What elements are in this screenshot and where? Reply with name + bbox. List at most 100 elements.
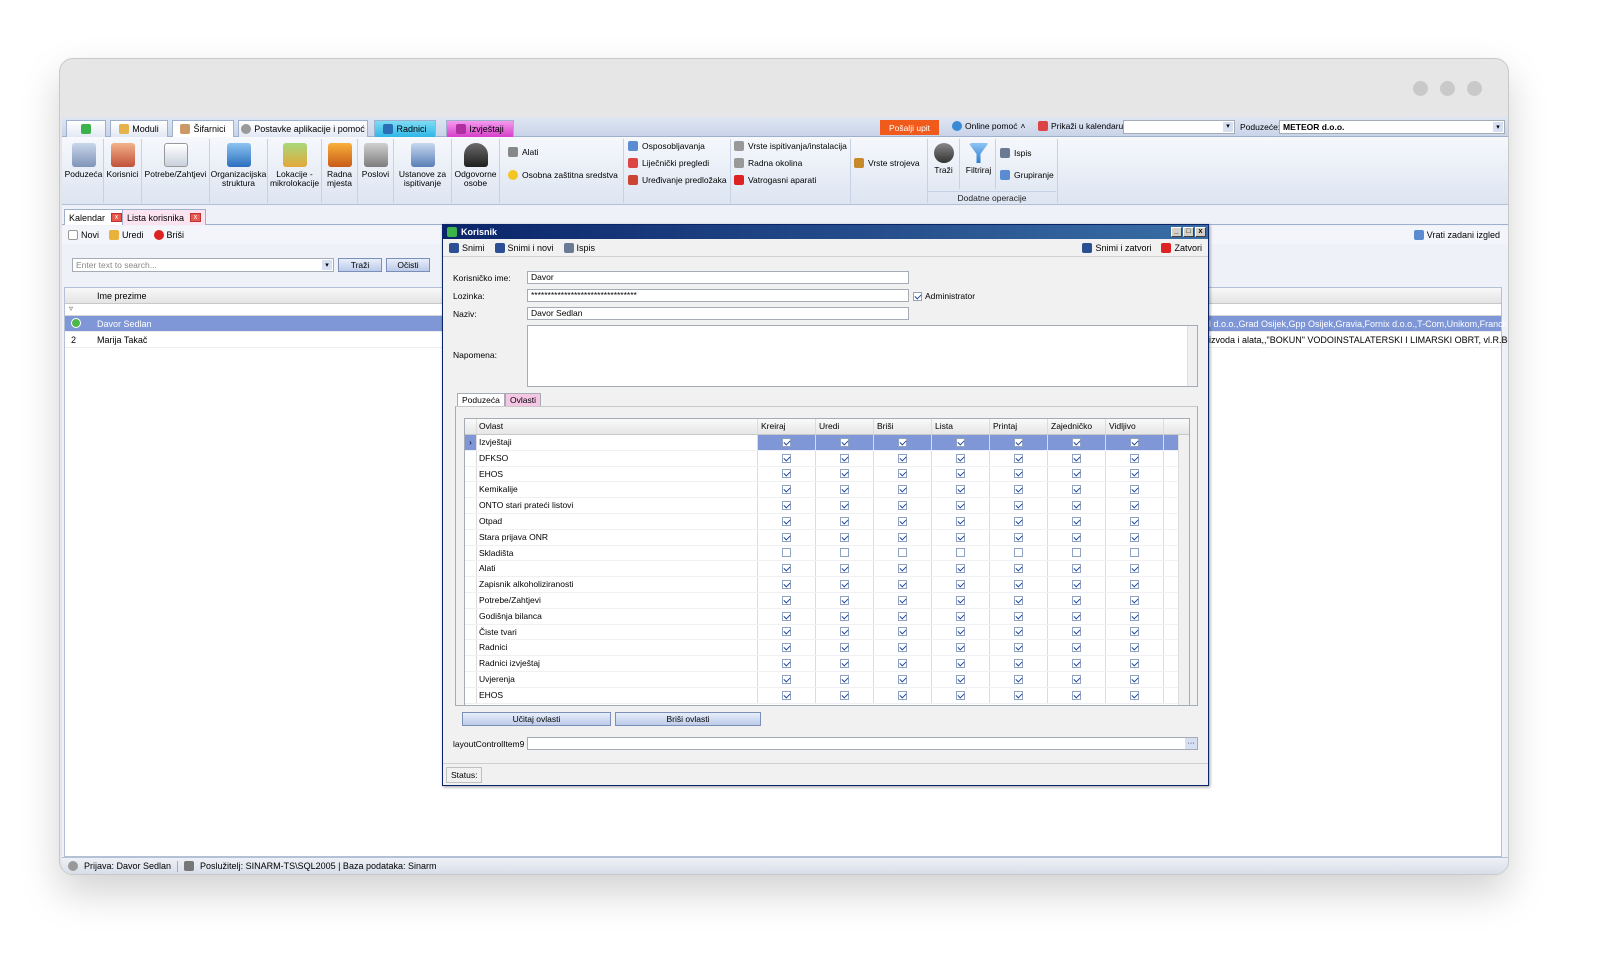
checkbox[interactable] <box>1014 501 1023 511</box>
checkbox[interactable] <box>1130 501 1139 511</box>
checkbox[interactable] <box>840 690 849 700</box>
ribbon-pregledi-button[interactable]: Liječnički pregledi <box>628 158 709 168</box>
app-menu-button[interactable] <box>66 120 106 137</box>
tab-sifarnici[interactable]: Šifarnici <box>172 120 234 137</box>
checkbox[interactable] <box>1072 611 1081 621</box>
ribbon-zastita-button[interactable]: Osobna zaštitna sredstva <box>508 170 618 180</box>
checkbox[interactable] <box>1014 485 1023 495</box>
checkbox[interactable] <box>782 690 791 700</box>
search-input[interactable]: Enter text to search... ▾ <box>72 258 334 272</box>
column-header[interactable]: Kreiraj <box>758 419 816 434</box>
checkbox[interactable] <box>1072 564 1081 574</box>
checkbox[interactable] <box>782 674 791 684</box>
checkbox[interactable] <box>840 548 849 558</box>
ribbon-lokacije-button[interactable]: Lokacije - mikrolokacije <box>268 139 322 203</box>
username-field[interactable]: Davor <box>527 271 909 284</box>
checkbox[interactable] <box>956 595 965 605</box>
close-icon[interactable]: x <box>1195 227 1206 237</box>
column-header[interactable]: Zajedničko <box>1048 419 1106 434</box>
column-header[interactable]: Printaj <box>990 419 1048 434</box>
checkbox[interactable] <box>956 674 965 684</box>
ribbon-vatrogasni-button[interactable]: Vatrogasni aparati <box>734 175 816 185</box>
permission-row[interactable]: Godišnja bilanca <box>465 608 1189 625</box>
permission-row[interactable]: Skladišta <box>465 545 1189 562</box>
checkbox[interactable] <box>1072 532 1081 542</box>
checkbox[interactable] <box>1130 690 1139 700</box>
checkbox[interactable] <box>1014 564 1023 574</box>
checkbox[interactable] <box>782 516 791 526</box>
checkbox[interactable] <box>782 501 791 511</box>
password-field[interactable]: ******************************** <box>527 289 909 302</box>
column-header[interactable]: Uredi <box>816 419 874 434</box>
ribbon-poslovi-button[interactable]: Poslovi <box>358 139 394 203</box>
ribbon-poduzeca-button[interactable]: Poduzeća <box>64 139 104 203</box>
checkbox[interactable] <box>840 595 849 605</box>
close-button[interactable]: Zatvori <box>1161 242 1202 253</box>
load-permissions-button[interactable]: Učitaj ovlasti <box>462 712 611 726</box>
checkbox[interactable] <box>840 453 849 463</box>
permission-row[interactable]: Uvjerenja <box>465 671 1189 688</box>
checkbox[interactable] <box>1072 643 1081 653</box>
checkbox[interactable] <box>956 580 965 590</box>
checkbox[interactable] <box>1130 580 1139 590</box>
checkbox[interactable] <box>782 611 791 621</box>
checkbox[interactable] <box>956 516 965 526</box>
new-button[interactable]: Novi <box>68 230 99 240</box>
company-select[interactable]: METEOR d.o.o. ▾ <box>1279 120 1505 134</box>
checkbox[interactable] <box>1072 595 1081 605</box>
tab-izvjestaji[interactable]: Izvještaji <box>446 120 514 137</box>
name-field[interactable]: Davor Sedlan <box>527 307 909 320</box>
checkbox[interactable] <box>1014 611 1023 621</box>
delete-permissions-button[interactable]: Briši ovlasti <box>615 712 761 726</box>
checkbox[interactable] <box>956 469 965 479</box>
permission-row[interactable]: Kemikalije <box>465 482 1189 499</box>
send-query-button[interactable]: Pošalji upit <box>880 120 939 135</box>
checkbox[interactable] <box>840 501 849 511</box>
ops-group-button[interactable]: Grupiranje <box>1000 170 1054 180</box>
checkbox[interactable] <box>898 564 907 574</box>
ops-print-button[interactable]: Ispis <box>1000 148 1031 158</box>
checkbox[interactable] <box>1130 643 1139 653</box>
checkbox[interactable] <box>898 659 907 669</box>
maximize-icon[interactable]: □ <box>1183 227 1194 237</box>
checkbox[interactable] <box>1130 595 1139 605</box>
checkbox[interactable] <box>1130 611 1139 621</box>
ops-search-button[interactable]: Traži <box>928 139 960 189</box>
close-icon[interactable]: x <box>111 213 123 222</box>
checkbox[interactable] <box>1072 437 1081 447</box>
ribbon-ustanove-button[interactable]: Ustanove za ispitivanje <box>394 139 452 203</box>
checkbox[interactable] <box>840 580 849 590</box>
ellipsis-icon[interactable]: ··· <box>1185 738 1197 749</box>
checkbox[interactable] <box>956 659 965 669</box>
tab-postavke[interactable]: Postavke aplikacije i pomoć <box>238 120 368 137</box>
checkbox[interactable] <box>782 485 791 495</box>
checkbox[interactable] <box>840 611 849 621</box>
minimize-icon[interactable]: _ <box>1171 227 1182 237</box>
checkbox[interactable] <box>1072 516 1081 526</box>
checkbox[interactable] <box>1130 437 1139 447</box>
checkbox[interactable] <box>782 453 791 463</box>
permission-row[interactable]: Čiste tvari <box>465 624 1189 641</box>
checkbox[interactable] <box>956 501 965 511</box>
checkbox[interactable] <box>1014 453 1023 463</box>
permission-row[interactable]: Otpad <box>465 513 1189 530</box>
checkbox[interactable] <box>898 674 907 684</box>
checkbox[interactable] <box>1014 659 1023 669</box>
checkbox[interactable] <box>782 564 791 574</box>
save-button[interactable]: Snimi <box>449 242 485 253</box>
checkbox[interactable] <box>1014 643 1023 653</box>
checkbox[interactable] <box>782 595 791 605</box>
administrator-checkbox[interactable]: Administrator <box>913 291 975 301</box>
checkbox[interactable] <box>898 690 907 700</box>
permission-row[interactable]: › Izvještaji <box>465 435 1189 451</box>
tab-moduli[interactable]: Moduli <box>110 120 168 137</box>
checkbox[interactable] <box>898 437 907 447</box>
checkbox[interactable] <box>782 437 791 447</box>
ribbon-strojevi-button[interactable]: Vrste strojeva <box>854 158 920 168</box>
column-header[interactable]: Ovlast <box>477 419 758 434</box>
tab-radnici[interactable]: Radnici <box>374 120 436 137</box>
checkbox[interactable] <box>956 627 965 637</box>
checkbox[interactable] <box>840 532 849 542</box>
checkbox[interactable] <box>782 580 791 590</box>
checkbox[interactable] <box>956 611 965 621</box>
